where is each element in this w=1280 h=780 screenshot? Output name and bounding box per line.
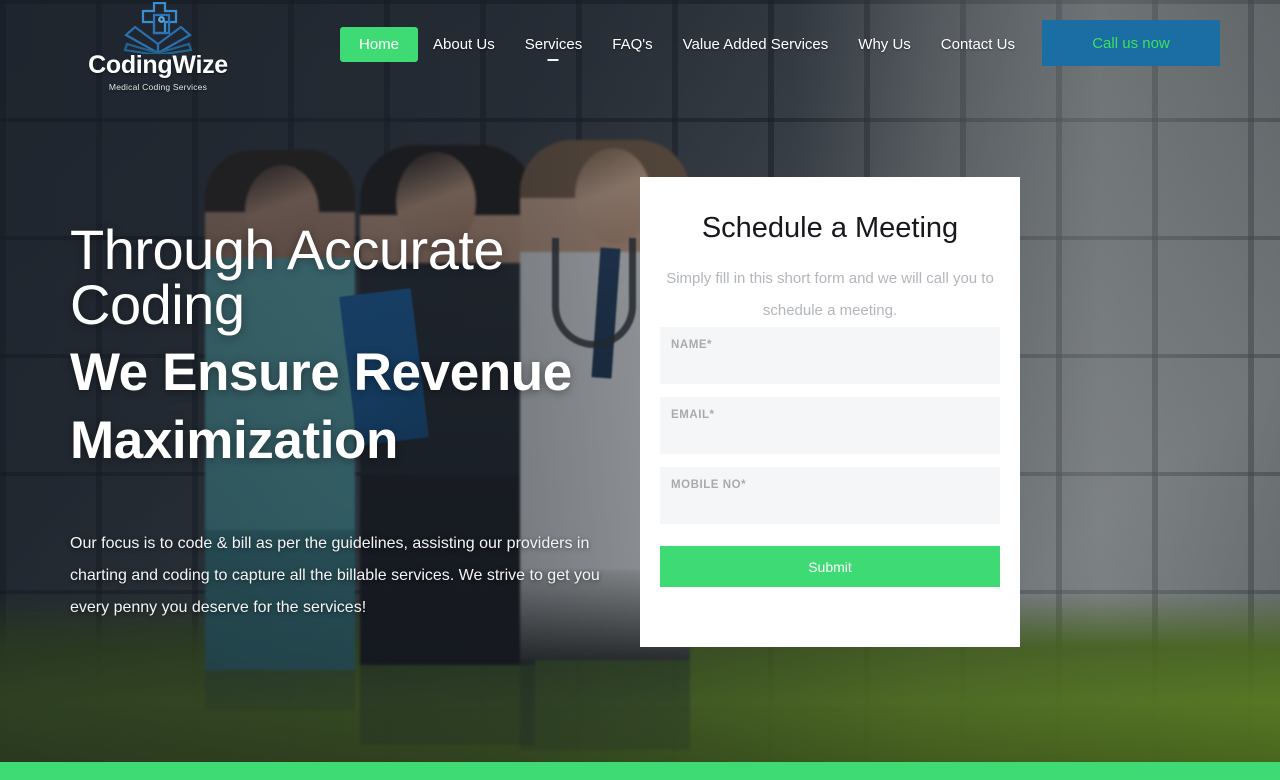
email-input[interactable] [671,427,989,449]
nav-item-services-label: Services [524,36,583,53]
call-us-now-label: Call us now [1092,34,1170,52]
medical-cross-book-logo-icon [123,2,193,54]
call-us-now-button[interactable]: Call us now [1042,20,1220,66]
nav-item-why-us[interactable]: Why Us [843,27,926,62]
mobile-field-label: MOBILE NO* [671,479,747,491]
nav-item-faqs[interactable]: FAQ's [597,27,667,62]
site-header: CodingWize Medical Coding Services Home … [0,0,1280,92]
name-field-label: NAME* [671,339,713,351]
bottom-accent-bar [0,762,1280,780]
email-field[interactable]: EMAIL* [660,397,1000,454]
logo-wordmark: CodingWize [88,51,228,79]
name-input[interactable] [671,357,989,379]
chevron-down-icon [547,59,559,61]
nav-item-value-added-services[interactable]: Value Added Services [668,27,844,62]
nav-item-faqs-label: FAQ's [612,36,653,53]
hero-headline-group: Through Accurate Coding We Ensure Revenu… [70,218,640,471]
nav-item-value-added-services-label: Value Added Services [682,36,829,53]
logo-tagline: Medical Coding Services [108,82,208,92]
form-title: Schedule a Meeting [701,212,959,244]
name-field[interactable]: NAME* [660,327,1000,384]
nav-item-about-us-label: About Us [433,36,495,53]
nav-item-home[interactable]: Home [340,27,419,62]
hero-headline-light-line2: Coding [70,273,245,337]
hero-headline-light-line1: Through Accurate [70,218,505,281]
nav-item-contact-us-label: Contact Us [940,36,1015,53]
nav-item-why-us-label: Why Us [858,36,911,53]
mobile-field[interactable]: MOBILE NO* [660,467,1000,524]
hero-headline-bold-line2: Maximization [70,411,398,471]
nav-item-services[interactable]: Services [510,27,598,62]
mobile-input[interactable] [671,497,989,519]
form-subtitle: Simply fill in this short form and we wi… [666,270,994,319]
email-field-label: EMAIL* [671,409,715,421]
hero-paragraph: Our focus is to code & bill as per the g… [70,535,600,616]
site-logo[interactable]: CodingWize Medical Coding Services [68,2,248,94]
hero-headline-bold-line1: We Ensure Revenue [70,342,572,402]
nav-item-contact-us[interactable]: Contact Us [926,27,1030,62]
schedule-meeting-card: Schedule a Meeting Simply fill in this s… [640,177,1020,647]
main-navigation: Home About Us Services FAQ's Value Added… [340,27,1030,62]
nav-item-about-us[interactable]: About Us [418,27,510,62]
submit-button[interactable]: Submit [660,546,1000,587]
nav-item-home-label: Home [359,36,400,53]
